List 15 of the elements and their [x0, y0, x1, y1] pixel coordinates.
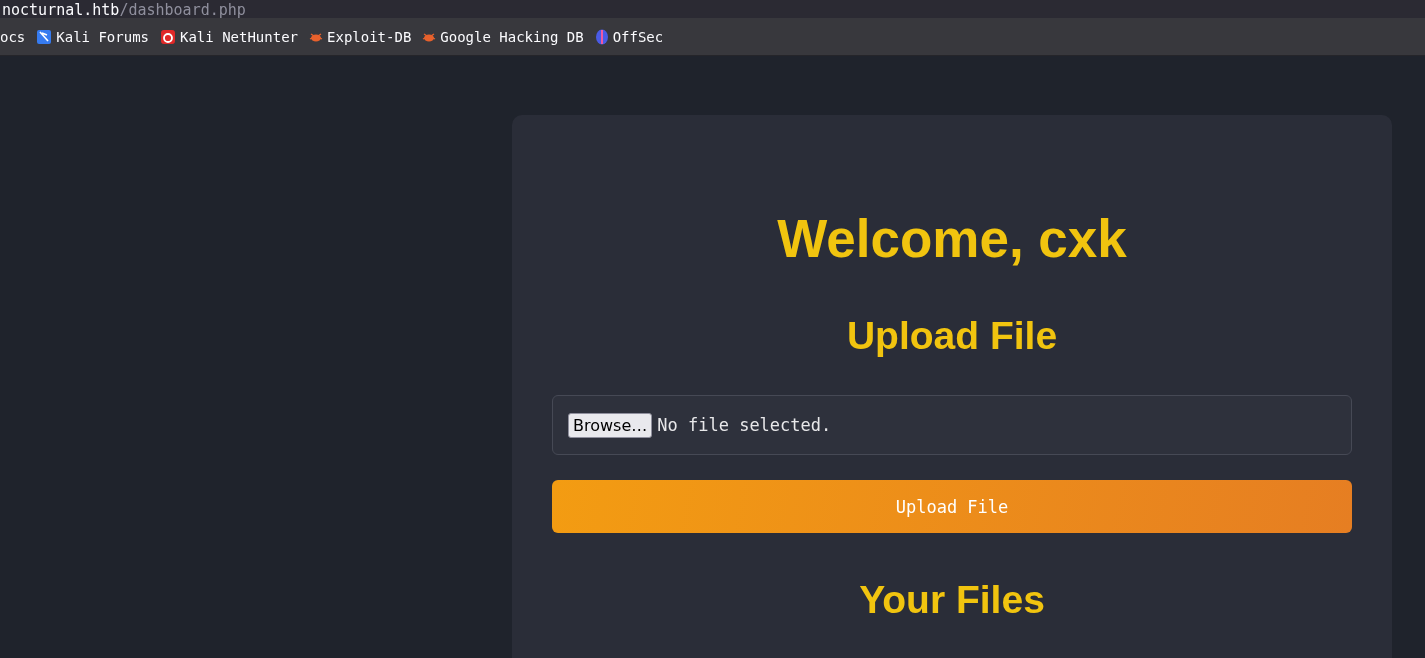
- bookmark-link[interactable]: Kali NetHunter: [160, 28, 299, 45]
- address-bar-url[interactable]: nocturnal.htb/dashboard.php: [0, 3, 246, 18]
- bookmark-link[interactable]: Exploit-DB: [309, 28, 412, 45]
- upload-heading: Upload File: [846, 313, 1058, 359]
- welcome-heading: Welcome, cxk: [777, 209, 1127, 269]
- browse-button[interactable]: Browse…: [568, 412, 653, 438]
- file-input[interactable]: Browse… No file selected.: [552, 395, 1352, 455]
- offsec-logo-icon: [594, 28, 609, 45]
- file-status-text: No file selected.: [657, 415, 832, 435]
- bookmark-link[interactable]: OffSec: [594, 28, 664, 45]
- bookmark-link[interactable]: Kali Forums: [36, 28, 149, 45]
- bookmark-link[interactable]: Google Hacking DB: [422, 28, 584, 45]
- nethunter-icon: [160, 28, 176, 45]
- bookmark-link[interactable]: ocs: [0, 28, 26, 45]
- files-heading: Your Files: [859, 577, 1045, 623]
